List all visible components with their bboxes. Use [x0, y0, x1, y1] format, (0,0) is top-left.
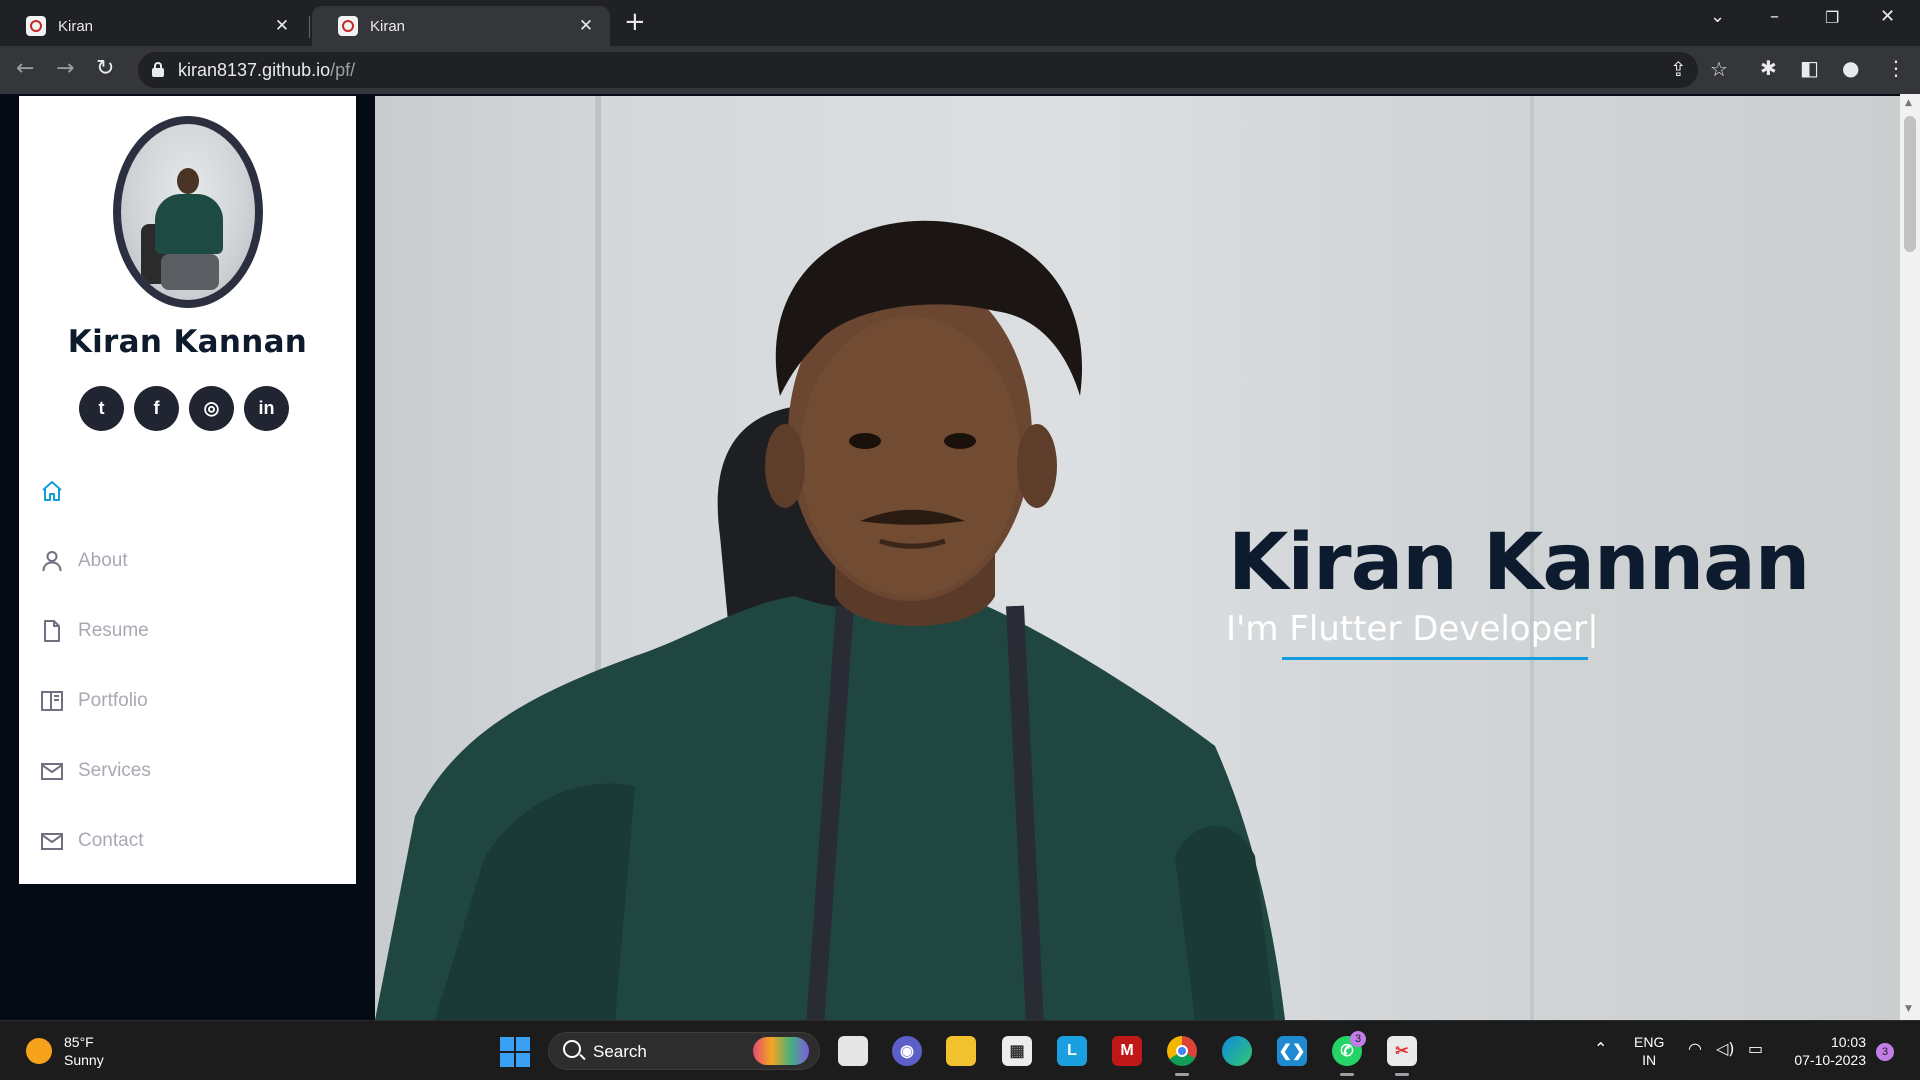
- nav-item-portfolio[interactable]: Portfolio: [40, 686, 148, 716]
- close-tab-icon[interactable]: ✕: [576, 16, 596, 36]
- task-view-icon[interactable]: [838, 1036, 868, 1066]
- tab-title: Kiran: [58, 17, 94, 35]
- site-favicon-icon: [26, 16, 46, 36]
- weather-widget[interactable]: 85°F Sunny: [26, 1033, 104, 1069]
- restore-button[interactable]: ❐: [1825, 8, 1839, 27]
- notification-badge[interactable]: 3: [1876, 1043, 1894, 1061]
- profile-name: Kiran Kannan: [67, 324, 308, 360]
- browser-toolbar: ← → ↻ kiran8137.github.io/pf/ ⇪ ☆ ✱ ◧ ● …: [0, 46, 1920, 94]
- person-icon: [42, 551, 62, 572]
- file-icon: [44, 620, 60, 642]
- nav-item-resume[interactable]: Resume: [40, 616, 149, 646]
- new-tab-button[interactable]: +: [624, 7, 646, 37]
- typing-cursor: |: [1587, 609, 1599, 649]
- nav-label-portfolio: Portfolio: [78, 690, 148, 711]
- scroll-down-arrow-icon[interactable]: ▼: [1905, 1004, 1912, 1014]
- home-icon: [42, 481, 62, 501]
- minimize-button[interactable]: –: [1770, 6, 1779, 27]
- sidebar: Kiran Kannan t f ◎ in About Resume Portf…: [19, 96, 356, 884]
- linkedin-icon[interactable]: in: [244, 386, 289, 431]
- browser-tab-active[interactable]: Kiran ✕: [312, 6, 610, 46]
- hero-title: Kiran Kannan: [1228, 518, 1810, 608]
- envelope-icon: [41, 763, 63, 780]
- sun-icon: [26, 1038, 52, 1064]
- teams-chat-icon[interactable]: ◉: [892, 1036, 922, 1066]
- browser-tab[interactable]: Kiran ✕: [0, 6, 306, 46]
- typed-text: I'm Flutter Developer: [1226, 609, 1588, 649]
- clock[interactable]: 10:03 07-10-2023: [1786, 1033, 1866, 1069]
- app-l-icon[interactable]: L: [1057, 1036, 1087, 1066]
- reload-button[interactable]: ↻: [96, 56, 114, 81]
- weather-temperature: 85°F: [64, 1034, 94, 1050]
- scrollbar-thumb[interactable]: [1904, 116, 1916, 252]
- extensions-icon[interactable]: ✱: [1760, 56, 1777, 80]
- address-bar[interactable]: kiran8137.github.io/pf/ ⇪ ☆: [138, 52, 1728, 88]
- clock-time: 10:03: [1830, 1034, 1866, 1050]
- search-highlight-icon: [753, 1037, 809, 1065]
- whatsapp-badge: 3: [1350, 1031, 1366, 1047]
- lock-icon[interactable]: [152, 62, 164, 77]
- twitter-icon[interactable]: t: [79, 386, 124, 431]
- envelope-icon: [41, 833, 63, 850]
- nav-item-about[interactable]: About: [40, 546, 128, 576]
- close-tab-icon[interactable]: ✕: [272, 16, 292, 36]
- file-explorer-icon[interactable]: [946, 1036, 976, 1066]
- snipping-tool-icon[interactable]: ✂: [1387, 1036, 1417, 1076]
- weather-description: Sunny: [64, 1052, 104, 1068]
- url-path: /pf/: [330, 60, 356, 80]
- typed-text-underline: [1282, 657, 1588, 660]
- battery-icon[interactable]: ▭: [1748, 1039, 1763, 1058]
- side-panel-icon[interactable]: ◧: [1800, 56, 1819, 80]
- volume-icon[interactable]: ◁): [1716, 1039, 1735, 1058]
- facebook-icon[interactable]: f: [134, 386, 179, 431]
- share-icon[interactable]: ⇪: [1670, 57, 1687, 81]
- language-code: ENG: [1634, 1034, 1665, 1050]
- show-hidden-icons-chevron-icon[interactable]: ⌃: [1594, 1039, 1607, 1058]
- site-favicon-icon: [338, 16, 358, 36]
- hero-subtitle: I'm Flutter Developer|: [1226, 609, 1599, 649]
- nav-item-services[interactable]: Services: [40, 756, 151, 786]
- book-icon: [41, 691, 63, 711]
- close-window-button[interactable]: ✕: [1880, 6, 1895, 27]
- mcafee-icon[interactable]: M: [1112, 1036, 1142, 1066]
- page-viewport: Kiran Kannan t f ◎ in About Resume Portf…: [0, 94, 1900, 1020]
- social-links: t f ◎ in: [79, 386, 289, 431]
- start-button[interactable]: [500, 1037, 530, 1067]
- edge-icon[interactable]: [1222, 1036, 1252, 1066]
- tab-divider: [309, 16, 310, 38]
- tab-search-chevron-icon[interactable]: ⌄: [1710, 6, 1725, 27]
- url-text[interactable]: kiran8137.github.io/pf/: [178, 60, 355, 81]
- region-code: IN: [1642, 1052, 1657, 1068]
- nav-label-resume: Resume: [78, 620, 149, 641]
- nav-label-about: About: [78, 550, 128, 571]
- browser-tab-strip: Kiran ✕ Kiran ✕ + ⌄ – ❐ ✕: [0, 0, 1920, 46]
- wifi-icon[interactable]: ◠: [1688, 1039, 1702, 1058]
- vscode-icon[interactable]: ❮❯: [1277, 1036, 1307, 1066]
- language-indicator[interactable]: ENG IN: [1634, 1033, 1664, 1069]
- url-host: kiran8137.github.io: [178, 60, 331, 80]
- scroll-up-arrow-icon[interactable]: ▲: [1905, 98, 1912, 108]
- bookmark-star-icon[interactable]: ☆: [1710, 57, 1728, 81]
- nav-label-services: Services: [78, 760, 151, 781]
- nav-item-contact[interactable]: Contact: [40, 826, 143, 856]
- clock-date: 07-10-2023: [1794, 1052, 1866, 1068]
- tab-title: Kiran: [370, 17, 406, 35]
- forward-button[interactable]: →: [56, 56, 74, 81]
- page-scrollbar[interactable]: ▲ ▼: [1900, 94, 1920, 1020]
- back-button[interactable]: ←: [16, 56, 34, 81]
- profile-icon[interactable]: ●: [1842, 56, 1859, 80]
- instagram-icon[interactable]: ◎: [189, 386, 234, 431]
- taskbar: 85°F Sunny Search ◉ ▦ L M ❮❯ ✆ 3 ✂ ⌃ ENG…: [0, 1020, 1920, 1080]
- search-label: Search: [593, 1042, 647, 1061]
- nav-label-contact: Contact: [78, 830, 144, 851]
- microsoft-store-icon[interactable]: ▦: [1002, 1036, 1032, 1066]
- menu-kebab-icon[interactable]: ⋮: [1886, 56, 1906, 80]
- nav-item-home[interactable]: [40, 476, 78, 506]
- profile-photo: [113, 116, 263, 308]
- chrome-icon[interactable]: [1167, 1036, 1197, 1076]
- taskbar-search[interactable]: Search: [548, 1032, 820, 1070]
- search-icon: [563, 1040, 581, 1058]
